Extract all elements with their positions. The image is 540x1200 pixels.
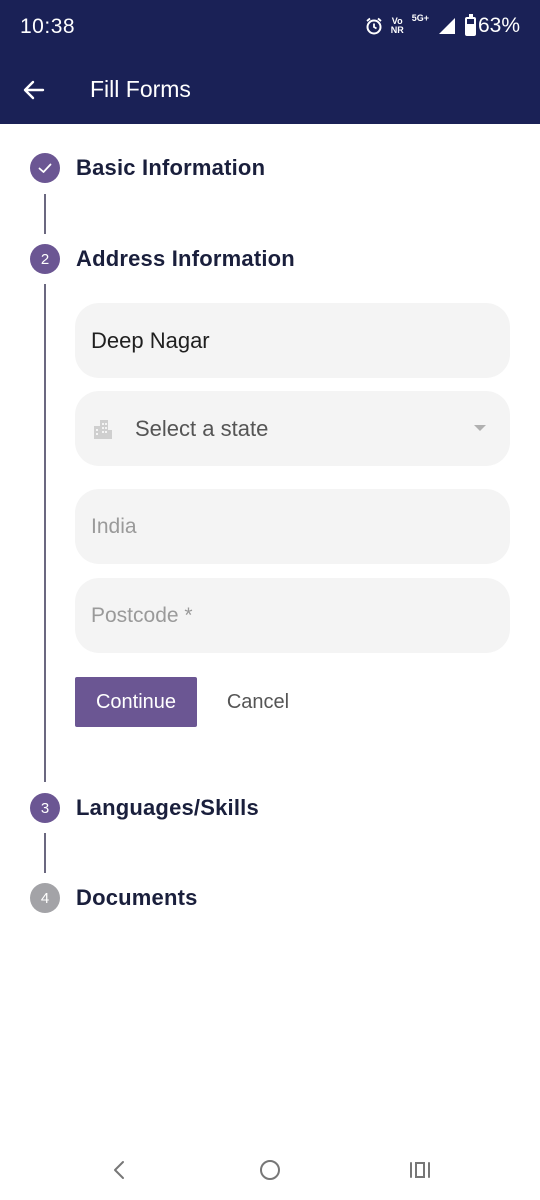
chevron-down-icon: [474, 425, 486, 431]
nav-recents-button[interactable]: [402, 1152, 438, 1188]
alarm-icon: [366, 17, 382, 35]
country-placeholder: India: [91, 514, 137, 538]
home-nav-icon: [260, 1160, 280, 1180]
network-type: 5G+: [411, 13, 429, 23]
back-nav-icon: [114, 1161, 124, 1179]
recents-nav-icon: [410, 1162, 430, 1178]
state-placeholder: Select a state: [135, 415, 269, 441]
country-field[interactable]: India: [75, 489, 510, 564]
step-languages-skills[interactable]: 3 Languages/Skills: [30, 793, 259, 823]
check-icon: [38, 163, 52, 173]
cancel-button[interactable]: Cancel: [212, 677, 304, 727]
back-button[interactable]: [18, 74, 50, 106]
app-bar: Fill Forms: [0, 56, 540, 124]
system-nav-bar: [0, 1140, 540, 1200]
battery-icon: [464, 13, 476, 36]
signal-icon: [438, 18, 455, 34]
step-address-information[interactable]: 2 Address Information: [30, 244, 295, 274]
status-bar: 10:38 Vo NR 5G+ 63%: [0, 0, 540, 56]
step-label: Languages/Skills: [76, 795, 259, 820]
address-value: Deep Nagar: [91, 327, 210, 353]
volte-indicator: Vo NR: [390, 16, 404, 35]
state-select[interactable]: Select a state: [75, 391, 510, 466]
page-title: Fill Forms: [90, 76, 191, 102]
step-connector: [44, 833, 46, 873]
step-circle: 3: [30, 793, 60, 823]
step-connector: [44, 284, 46, 782]
step-connector: [44, 194, 46, 234]
postcode-field[interactable]: Postcode *: [75, 578, 510, 653]
continue-button[interactable]: Continue: [75, 677, 197, 727]
step-label: Documents: [76, 885, 198, 910]
step-documents[interactable]: 4 Documents: [30, 883, 198, 913]
arrow-left-icon: [23, 80, 45, 100]
status-time: 10:38: [20, 15, 76, 38]
step-circle: [30, 153, 60, 183]
status-icons: Vo NR 5G+ 63%: [365, 13, 520, 38]
step-label: Basic Information: [76, 155, 266, 180]
nav-back-button[interactable]: [102, 1152, 138, 1188]
address-field[interactable]: Deep Nagar: [75, 303, 510, 378]
postcode-placeholder: Postcode *: [91, 603, 193, 627]
nav-home-button[interactable]: [252, 1152, 288, 1188]
battery-percent: 63%: [477, 14, 520, 37]
step-label: Address Information: [76, 246, 295, 271]
building-icon: [94, 419, 112, 439]
step-circle: 2: [30, 244, 60, 274]
step-basic-information[interactable]: Basic Information: [30, 153, 265, 183]
step-circle: 4: [30, 883, 60, 913]
